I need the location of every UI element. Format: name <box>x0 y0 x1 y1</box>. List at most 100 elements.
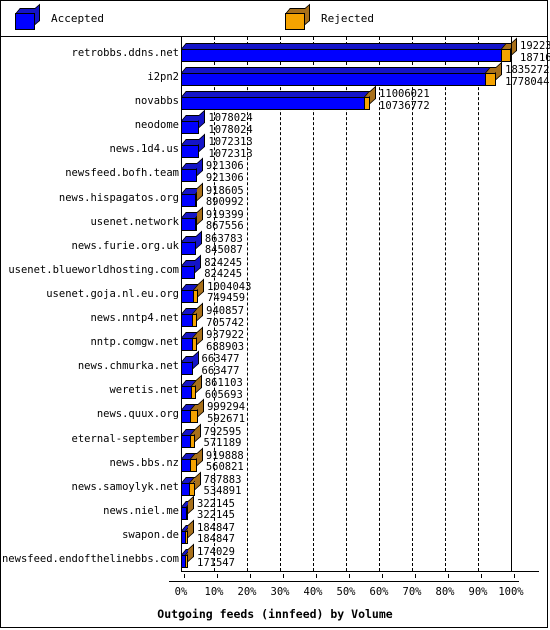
bar-category-label: news.hispagatos.org <box>58 191 179 204</box>
bar-side-face <box>195 230 202 249</box>
bar-segment-accepted <box>181 49 503 62</box>
bar-value-accepted: 171547 <box>197 557 235 570</box>
bar-category-label: news.niel.me <box>103 504 179 517</box>
bar-category-label: i2pn2 <box>147 71 179 84</box>
chart-frame: Accepted Rejected retrobbs.ddns.net 19223… <box>0 0 550 628</box>
bar-value-accepted: 1078024 <box>208 123 253 136</box>
bar-value-accepted: 1072313 <box>208 147 253 160</box>
chart-bar-row[interactable]: news.1d4.us 1072313 1072313 <box>1 133 549 161</box>
bar-segment-rejected <box>485 73 497 87</box>
chart-x-title: Outgoing feeds (innfeed) by Volume <box>157 607 393 621</box>
bar-segment-accepted <box>181 193 197 207</box>
x-axis-baseline-back <box>181 571 539 573</box>
legend-item-rejected[interactable]: Rejected <box>285 1 374 36</box>
bar-value-accepted: 534891 <box>203 485 242 498</box>
bar-side-face <box>196 158 203 177</box>
bar-segment-accepted <box>181 73 487 87</box>
bar-segment-accepted <box>181 217 196 231</box>
bar-category-label: novabbs <box>134 95 179 108</box>
chart-bar-row[interactable]: news.hispagatos.org 918605 890992 <box>1 182 549 210</box>
bar-value-total: 19223301 <box>520 40 550 52</box>
bar-value-labels: 824245 824245 <box>204 257 242 281</box>
chart-bar-row[interactable]: news.quux.org 999294 592671 <box>1 399 549 426</box>
bar-value-total: 11006021 <box>379 88 430 101</box>
chart-bar-row[interactable]: usenet.network 919399 867556 <box>1 206 549 234</box>
chart-bar-row[interactable]: retrobbs.ddns.net 1922330118716652 <box>1 37 550 65</box>
bar-category-label: news.chmurka.net <box>77 360 179 373</box>
bar-category-label: swapon.de <box>122 528 179 541</box>
x-axis-tick <box>316 574 317 579</box>
cube-icon <box>285 3 311 30</box>
chart-bar-row[interactable]: news.furie.org.uk 863783 845087 <box>1 230 549 258</box>
bar-side-face <box>195 374 202 394</box>
bar-value-labels: 940857 705742 <box>206 306 244 329</box>
bar-value-accepted: 605693 <box>204 388 243 401</box>
bar-segment-accepted <box>181 241 196 255</box>
y-axis-line <box>181 37 182 572</box>
x-axis-tick-label: 100% <box>498 586 524 599</box>
bar-value-total: 940857 <box>206 305 245 318</box>
chart-bar-row[interactable]: novabbs 11006021 10736772 <box>1 85 549 113</box>
bar-value-labels: 918605 890992 <box>206 185 244 209</box>
bar-side-face <box>199 109 206 129</box>
bar-segment-accepted <box>181 265 196 279</box>
bar-value-accepted: 560821 <box>205 461 244 474</box>
bar-side-face <box>197 302 204 322</box>
chart-bar-row[interactable]: nntp.comgw.net 937922 688903 <box>1 326 549 354</box>
chart-bar-row[interactable]: news.bbs.nz 919888 560821 <box>1 447 549 475</box>
bar-value-labels: 937922 688903 <box>206 330 244 353</box>
bar-side-face <box>194 471 201 490</box>
x-axis-tick <box>250 574 251 579</box>
bar-category-label: eternal-september <box>71 432 179 445</box>
x-axis-baseline-front <box>169 581 519 583</box>
legend-item-accepted[interactable]: Accepted <box>15 1 104 36</box>
bar-value-labels: 1072313 1072313 <box>208 137 252 160</box>
bar-value-accepted: 184847 <box>197 533 235 546</box>
x-axis-tick <box>415 574 416 579</box>
chart-bar-row[interactable]: news.nntp4.net 940857 705742 <box>1 302 549 330</box>
bar-value-accepted: 749459 <box>207 292 246 305</box>
chart-bar-row[interactable]: news.chmurka.net 663477 663477 <box>1 350 549 378</box>
bar-side-face <box>196 447 203 466</box>
bar-category-label: news.nntp4.net <box>90 312 179 325</box>
x-axis-tick <box>283 574 284 579</box>
x-axis-tick <box>448 574 449 579</box>
chart-bar-row[interactable]: usenet.blueworldhosting.com 824245 824245 <box>1 254 549 282</box>
bar-side-face <box>196 206 203 225</box>
chart-plot-area: retrobbs.ddns.net1922330118716652i2pn218… <box>1 37 550 628</box>
bar-category-label: news.bbs.nz <box>109 456 179 469</box>
chart-bar-row[interactable]: usenet.goja.nl.eu.org 1004043 749459 <box>1 278 549 306</box>
bar-side-face <box>194 423 201 442</box>
bar-category-label: nntp.comgw.net <box>90 336 179 349</box>
chart-bar-row[interactable]: news.niel.me 322145 322145 <box>1 495 549 523</box>
chart-bar-row[interactable]: newsfeed.endofthelinebbs.com 174029 171547 <box>1 543 549 571</box>
chart-bar-row[interactable]: newsfeed.bofh.team 921306 921306 <box>1 158 549 185</box>
bar-segment-rejected <box>189 458 197 472</box>
bar-side-face <box>199 133 206 153</box>
bar-segment-rejected <box>189 434 195 448</box>
bar-segment-rejected <box>501 49 511 62</box>
bar-category-label: news.quux.org <box>96 408 179 421</box>
chart-bar-row[interactable]: news.samoylyk.net 787883 534891 <box>1 471 549 499</box>
bar-side-face <box>192 350 199 370</box>
bar-value-accepted: 592671 <box>207 412 246 425</box>
bar-value-labels: 663477 663477 <box>202 354 240 377</box>
bar-value-accepted: 571189 <box>203 437 242 449</box>
chart-bar-row[interactable]: swapon.de 184847 184847 <box>1 519 549 547</box>
bar-value-labels: 1922330118716652 <box>520 40 550 64</box>
bar-side-face <box>197 326 204 346</box>
x-axis-tick <box>382 574 383 579</box>
chart-bar-row[interactable]: neodome 1078024 1078024 <box>1 109 549 137</box>
chart-bar-row[interactable]: i2pn21835272517780442 <box>1 61 550 89</box>
bar-value-labels: 174029 171547 <box>197 546 235 570</box>
bar-side-face <box>198 399 205 418</box>
bar-value-labels: 919888 560821 <box>205 450 244 474</box>
bar-segment-accepted <box>181 145 200 159</box>
bar-side-face <box>370 85 377 105</box>
bar-top-face <box>181 91 371 98</box>
bar-category-label: neodome <box>134 119 179 132</box>
chart-bar-row[interactable]: weretis.net 861103 605693 <box>1 374 549 402</box>
bar-value-labels: 11006021 10736772 <box>379 89 430 112</box>
bar-value-labels: 787883 534891 <box>203 474 242 498</box>
chart-bar-row[interactable]: eternal-september 792595 571189 <box>1 423 549 451</box>
